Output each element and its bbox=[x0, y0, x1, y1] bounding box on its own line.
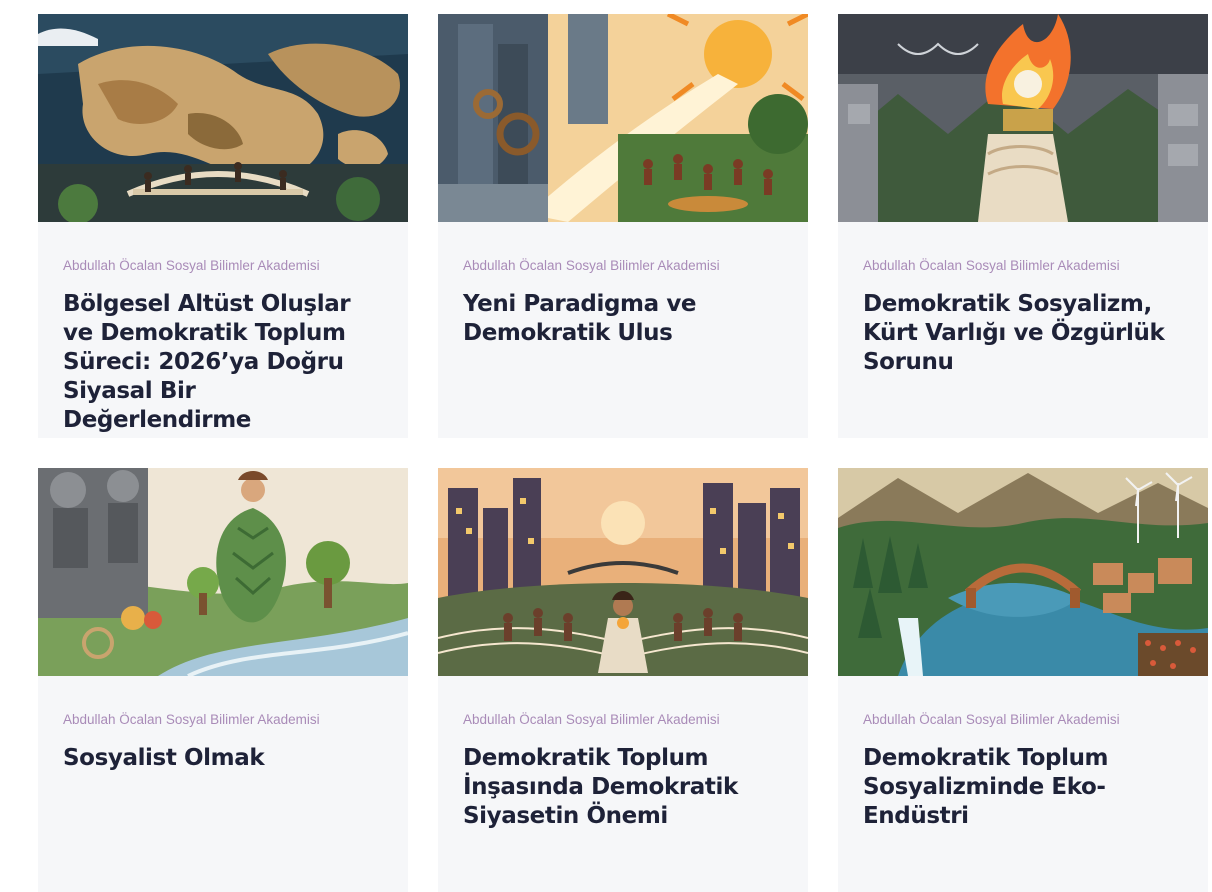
sun-gears-community-illustration[interactable] bbox=[438, 14, 808, 222]
card-category[interactable]: Abdullah Öcalan Sosyal Bilimler Akademis… bbox=[863, 258, 1183, 274]
card-body: Abdullah Öcalan Sosyal Bilimler Akademis… bbox=[438, 222, 808, 348]
river-windmills-illustration[interactable] bbox=[838, 468, 1208, 676]
card-body: Abdullah Öcalan Sosyal Bilimler Akademis… bbox=[38, 676, 408, 773]
card-body: Abdullah Öcalan Sosyal Bilimler Akademis… bbox=[38, 222, 408, 435]
torch-hand-illustration[interactable] bbox=[838, 14, 1208, 222]
article-card[interactable]: Abdullah Öcalan Sosyal Bilimler Akademis… bbox=[38, 14, 408, 438]
article-card[interactable]: Abdullah Öcalan Sosyal Bilimler Akademis… bbox=[438, 14, 808, 438]
card-category[interactable]: Abdullah Öcalan Sosyal Bilimler Akademis… bbox=[863, 712, 1183, 728]
map-bridge-illustration[interactable] bbox=[38, 14, 408, 222]
article-card[interactable]: Abdullah Öcalan Sosyal Bilimler Akademis… bbox=[38, 468, 408, 892]
card-title[interactable]: Demokratik Sosyalizm, Kürt Varlığı ve Öz… bbox=[863, 290, 1183, 377]
article-card[interactable]: Abdullah Öcalan Sosyal Bilimler Akademis… bbox=[438, 468, 808, 892]
card-title[interactable]: Sosyalist Olmak bbox=[63, 744, 383, 773]
article-card[interactable]: Abdullah Öcalan Sosyal Bilimler Akademis… bbox=[838, 14, 1208, 438]
card-title[interactable]: Bölgesel Altüst Oluşlar ve Demokratik To… bbox=[63, 290, 383, 435]
city-crowd-illustration[interactable] bbox=[438, 468, 808, 676]
card-category[interactable]: Abdullah Öcalan Sosyal Bilimler Akademis… bbox=[463, 258, 783, 274]
card-category[interactable]: Abdullah Öcalan Sosyal Bilimler Akademis… bbox=[63, 258, 383, 274]
article-grid: Abdullah Öcalan Sosyal Bilimler Akademis… bbox=[38, 14, 1208, 892]
card-title[interactable]: Yeni Paradigma ve Demokratik Ulus bbox=[463, 290, 783, 348]
card-body: Abdullah Öcalan Sosyal Bilimler Akademis… bbox=[838, 676, 1208, 831]
card-title[interactable]: Demokratik Toplum İnşasında Demokratik S… bbox=[463, 744, 783, 831]
card-category[interactable]: Abdullah Öcalan Sosyal Bilimler Akademis… bbox=[63, 712, 383, 728]
nature-figures-illustration[interactable] bbox=[38, 468, 408, 676]
card-body: Abdullah Öcalan Sosyal Bilimler Akademis… bbox=[438, 676, 808, 831]
card-category[interactable]: Abdullah Öcalan Sosyal Bilimler Akademis… bbox=[463, 712, 783, 728]
card-body: Abdullah Öcalan Sosyal Bilimler Akademis… bbox=[838, 222, 1208, 377]
article-card[interactable]: Abdullah Öcalan Sosyal Bilimler Akademis… bbox=[838, 468, 1208, 892]
card-title[interactable]: Demokratik Toplum Sosyalizminde Eko-Endü… bbox=[863, 744, 1183, 831]
